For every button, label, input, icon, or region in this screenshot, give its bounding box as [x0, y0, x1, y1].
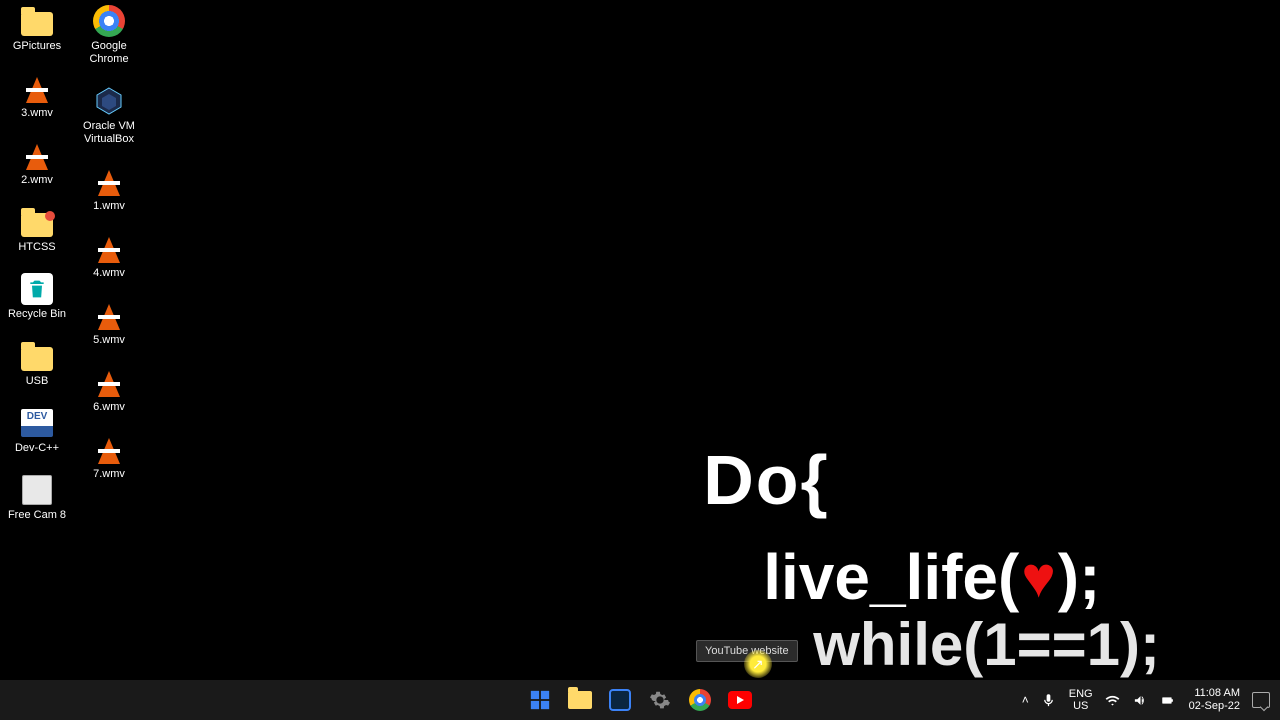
taskbar-center	[523, 680, 757, 720]
icon-label: 7.wmv	[93, 468, 125, 481]
devcpp-icon: DEV	[20, 406, 54, 440]
desktop-icon-recycle-bin[interactable]: Recycle Bin	[6, 272, 68, 321]
desktop-icon-1wmv[interactable]: 1.wmv	[78, 164, 140, 213]
icon-label: Google Chrome	[78, 40, 140, 66]
battery-icon[interactable]	[1161, 692, 1177, 708]
desktop: GPictures 3.wmv 2.wmv HTCSS Recycle Bin …	[6, 4, 140, 522]
taskbar-tooltip: YouTube website	[696, 640, 798, 662]
youtube-icon	[728, 691, 752, 709]
desktop-icon-virtualbox[interactable]: Oracle VM VirtualBox	[78, 84, 140, 146]
wallpaper-line2: live_life( ♥ );	[763, 540, 1160, 614]
vlc-icon	[92, 298, 126, 332]
vlc-icon	[92, 432, 126, 466]
folder-icon	[20, 205, 54, 239]
desktop-icon-5wmv[interactable]: 5.wmv	[78, 298, 140, 347]
search-icon	[609, 689, 631, 711]
desktop-icon-devcpp[interactable]: DEV Dev-C++	[6, 406, 68, 455]
icon-label: Recycle Bin	[8, 308, 66, 321]
microphone-icon[interactable]	[1041, 692, 1057, 708]
virtualbox-icon	[92, 84, 126, 118]
folder-icon	[568, 691, 592, 709]
folder-icon	[20, 339, 54, 373]
desktop-icon-chrome[interactable]: Google Chrome	[78, 4, 140, 66]
gear-icon	[649, 689, 671, 711]
icon-label: 2.wmv	[21, 174, 53, 187]
start-button[interactable]	[523, 683, 557, 717]
folder-icon	[20, 4, 54, 38]
taskbar-search[interactable]	[603, 683, 637, 717]
icon-label: HTCSS	[18, 241, 55, 254]
desktop-icon-2wmv[interactable]: 2.wmv	[6, 138, 68, 187]
icon-label: GPictures	[13, 40, 61, 53]
icon-label: 5.wmv	[93, 334, 125, 347]
tray-overflow-chevron-icon[interactable]: ˄	[1022, 693, 1029, 707]
vlc-icon	[92, 231, 126, 265]
icon-label: Oracle VM VirtualBox	[78, 120, 140, 146]
clock[interactable]: 11:08 AM 02-Sep-22	[1189, 687, 1240, 713]
desktop-icon-4wmv[interactable]: 4.wmv	[78, 231, 140, 280]
vlc-icon	[20, 71, 54, 105]
recycle-bin-icon	[20, 272, 54, 306]
taskbar: ˄ ENG US 11:08 AM 02-Sep-22	[0, 680, 1280, 720]
vlc-icon	[20, 138, 54, 172]
desktop-icon-3wmv[interactable]: 3.wmv	[6, 71, 68, 120]
icon-label: 1.wmv	[93, 200, 125, 213]
icon-label: 3.wmv	[21, 107, 53, 120]
vlc-icon	[92, 365, 126, 399]
volume-icon[interactable]	[1133, 692, 1149, 708]
chrome-icon	[92, 4, 126, 38]
language-indicator[interactable]: ENG US	[1069, 688, 1093, 712]
icon-label: 6.wmv	[93, 401, 125, 414]
taskbar-youtube[interactable]	[723, 683, 757, 717]
desktop-icon-6wmv[interactable]: 6.wmv	[78, 365, 140, 414]
desktop-col-2: Google Chrome Oracle VM VirtualBox 1.wmv…	[78, 4, 140, 522]
icon-label: USB	[26, 375, 49, 388]
notifications-icon[interactable]	[1252, 692, 1270, 708]
desktop-icon-7wmv[interactable]: 7.wmv	[78, 432, 140, 481]
desktop-col-1: GPictures 3.wmv 2.wmv HTCSS Recycle Bin …	[6, 4, 68, 522]
freecam-icon	[20, 473, 54, 507]
icon-label: Free Cam 8	[8, 509, 66, 522]
wallpaper-line1: Do{	[703, 440, 1160, 520]
taskbar-settings[interactable]	[643, 683, 677, 717]
taskbar-explorer[interactable]	[563, 683, 597, 717]
heart-icon: ♥	[1021, 544, 1055, 611]
vlc-icon	[92, 164, 126, 198]
system-tray: ˄ ENG US 11:08 AM 02-Sep-22	[1022, 680, 1280, 720]
desktop-icon-freecam[interactable]: Free Cam 8	[6, 473, 68, 522]
desktop-icon-gpictures[interactable]: GPictures	[6, 4, 68, 53]
chrome-icon	[689, 689, 711, 711]
desktop-icon-usb[interactable]: USB	[6, 339, 68, 388]
wallpaper-line3: while(1==1);	[813, 610, 1160, 679]
desktop-icon-htcss[interactable]: HTCSS	[6, 205, 68, 254]
taskbar-chrome[interactable]	[683, 683, 717, 717]
icon-label: Dev-C++	[15, 442, 59, 455]
icon-label: 4.wmv	[93, 267, 125, 280]
wifi-icon[interactable]	[1105, 692, 1121, 708]
